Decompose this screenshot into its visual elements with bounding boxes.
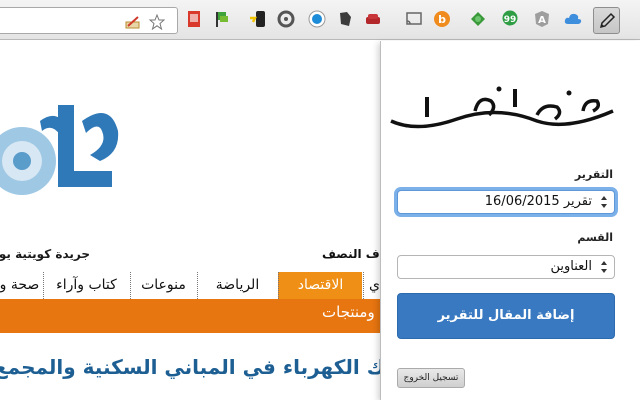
report-select[interactable]: تقرير 16/06/2015 (397, 190, 615, 214)
svg-text:A: A (538, 15, 546, 26)
article-headline[interactable]: استهلاك الكهرباء في المباني السكنية والم… (0, 355, 380, 385)
browser-toolbar: b 99 A (0, 0, 640, 40)
chat-icon[interactable]: 99 (500, 9, 520, 29)
flag-icon[interactable] (212, 9, 232, 29)
add-article-button[interactable]: إضافة المقال للتقرير (397, 293, 615, 339)
extension-popup: التقرير تقرير 16/06/2015 القسم العناوين … (380, 41, 640, 400)
pen-icon (599, 12, 616, 29)
newspaper-logo (0, 105, 119, 195)
select-arrows-icon (601, 261, 607, 273)
address-bar[interactable] (0, 7, 178, 34)
bookmark-edit-icon[interactable] (125, 14, 141, 30)
sync-icon[interactable] (276, 9, 296, 29)
site-date: ف النصف (322, 247, 380, 261)
nav-item-health[interactable]: صحة و (0, 272, 42, 299)
b-icon[interactable]: b (432, 9, 452, 29)
report-select-value: تقرير 16/06/2015 (484, 194, 592, 209)
svg-text:99: 99 (504, 15, 517, 25)
active-extension-button[interactable] (593, 7, 620, 34)
skype-icon[interactable] (307, 9, 327, 29)
section-label: القسم (577, 231, 613, 244)
phone-charge-icon[interactable] (248, 9, 268, 29)
cast-icon[interactable] (404, 9, 424, 29)
cloud-icon[interactable] (563, 9, 583, 29)
leaf-icon[interactable] (468, 9, 488, 29)
site-tagline: جريدة كويتية يومية (0, 247, 90, 261)
select-arrows-icon (601, 196, 607, 208)
section-select-value: العناوين (550, 259, 592, 274)
sofa-icon[interactable] (363, 9, 383, 29)
nav-item-opinion[interactable]: كتاب وآراء (43, 272, 129, 299)
section-select[interactable]: العناوين (397, 255, 615, 279)
nav-item-misc[interactable]: منوعات (130, 272, 196, 299)
pdf-icon[interactable] (184, 9, 204, 29)
site-subbar: ومنتجات (0, 299, 380, 333)
star-icon[interactable] (149, 14, 165, 30)
svg-text:b: b (438, 13, 446, 26)
logout-button[interactable]: تسجيل الخروج (397, 368, 465, 388)
nashrat-logo (390, 86, 614, 129)
subbar-link[interactable]: ومنتجات (322, 303, 375, 321)
article-headline-text: استهلاك الكهرباء في المباني السكنية والم… (0, 355, 380, 379)
report-label: التقرير (574, 168, 613, 181)
nav-item-economy[interactable]: الاقتصاد (278, 272, 362, 299)
evernote-icon[interactable] (335, 9, 355, 29)
angular-icon[interactable]: A (532, 9, 552, 29)
nav-item-sports[interactable]: الرياضة (197, 272, 277, 299)
site-nav: صحة و كتاب وآراء منوعات الرياضة الاقتصاد… (0, 272, 380, 299)
